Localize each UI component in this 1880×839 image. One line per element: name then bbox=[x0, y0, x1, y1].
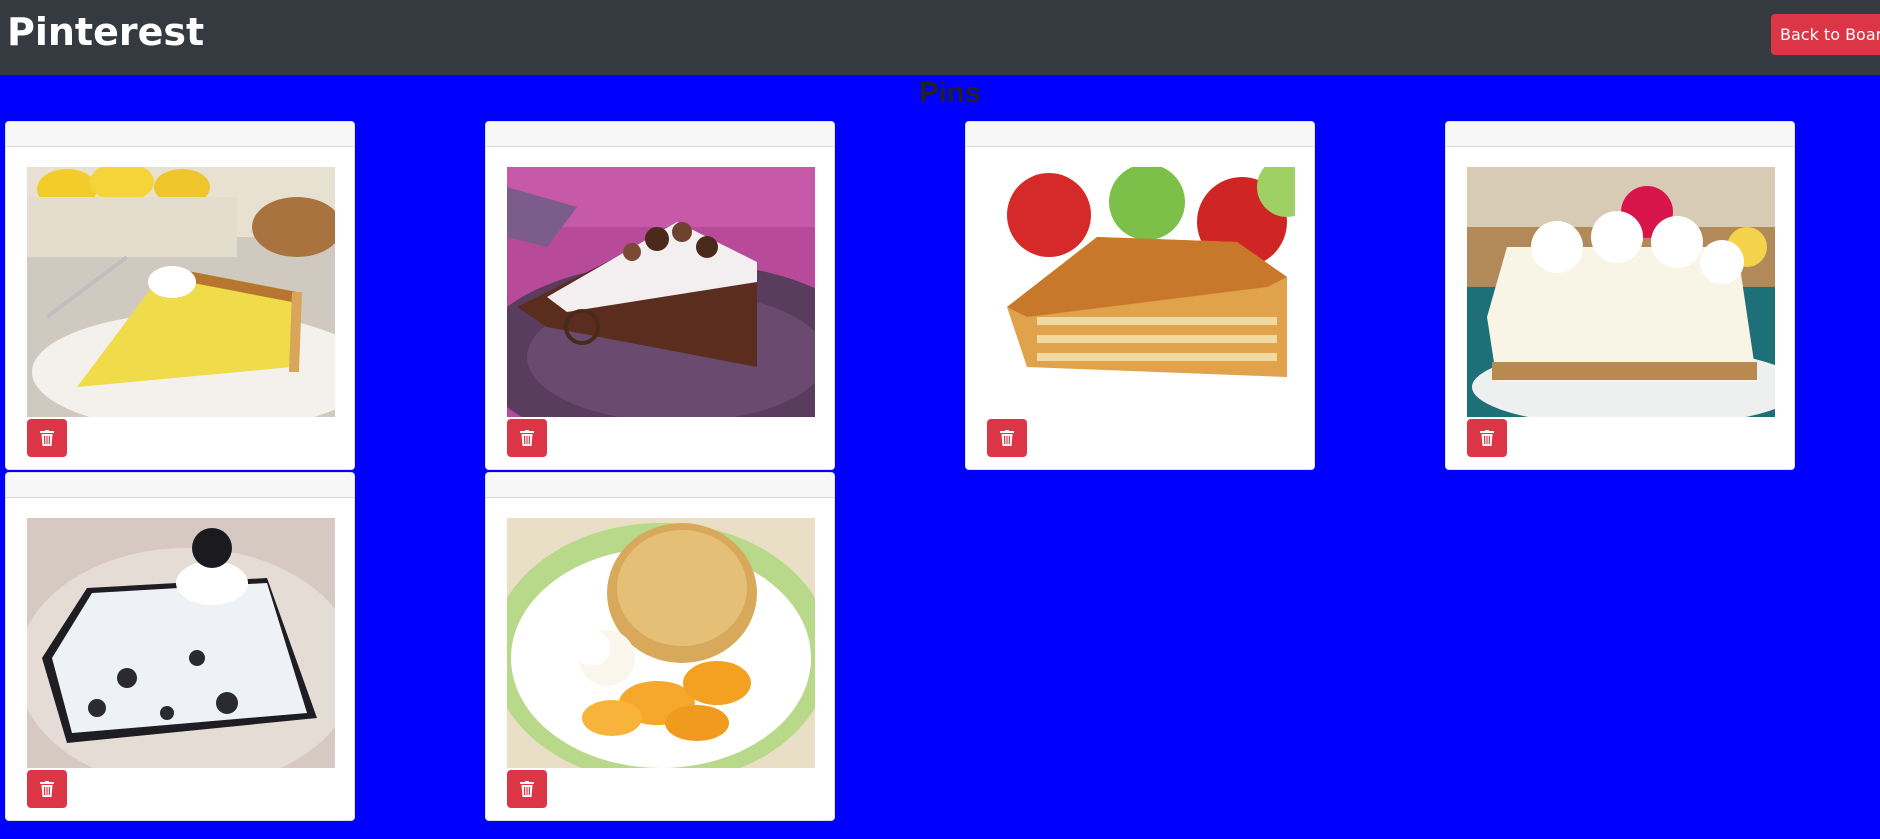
pin-image[interactable] bbox=[987, 167, 1295, 417]
navbar: Pinterest Back to Boards bbox=[0, 0, 1880, 75]
card-header bbox=[1446, 122, 1794, 147]
pin-card bbox=[5, 121, 355, 470]
pin-card bbox=[965, 121, 1315, 470]
delete-pin-button[interactable] bbox=[27, 419, 67, 457]
trash-icon bbox=[40, 781, 54, 797]
pin-card bbox=[485, 121, 835, 470]
card-header bbox=[6, 122, 354, 147]
pin-card bbox=[485, 472, 835, 821]
pin-image[interactable] bbox=[507, 518, 815, 768]
delete-pin-button[interactable] bbox=[27, 770, 67, 808]
pin-card bbox=[5, 472, 355, 821]
pin-image[interactable] bbox=[27, 518, 335, 768]
page-title: Pins bbox=[919, 77, 981, 109]
trash-icon bbox=[1480, 430, 1494, 446]
pin-card bbox=[1445, 121, 1795, 470]
card-header bbox=[6, 473, 354, 498]
delete-pin-button[interactable] bbox=[1467, 419, 1507, 457]
card-header bbox=[966, 122, 1314, 147]
trash-icon bbox=[40, 430, 54, 446]
trash-icon bbox=[1000, 430, 1014, 446]
trash-icon bbox=[520, 430, 534, 446]
brand-title[interactable]: Pinterest bbox=[7, 10, 204, 54]
delete-pin-button[interactable] bbox=[507, 419, 547, 457]
trash-icon bbox=[520, 781, 534, 797]
delete-pin-button[interactable] bbox=[987, 419, 1027, 457]
pin-image[interactable] bbox=[507, 167, 815, 417]
back-to-boards-button[interactable]: Back to Boards bbox=[1771, 14, 1880, 55]
delete-pin-button[interactable] bbox=[507, 770, 547, 808]
pin-image[interactable] bbox=[1467, 167, 1775, 417]
pin-image[interactable] bbox=[27, 167, 335, 417]
card-header bbox=[486, 122, 834, 147]
card-header bbox=[486, 473, 834, 498]
